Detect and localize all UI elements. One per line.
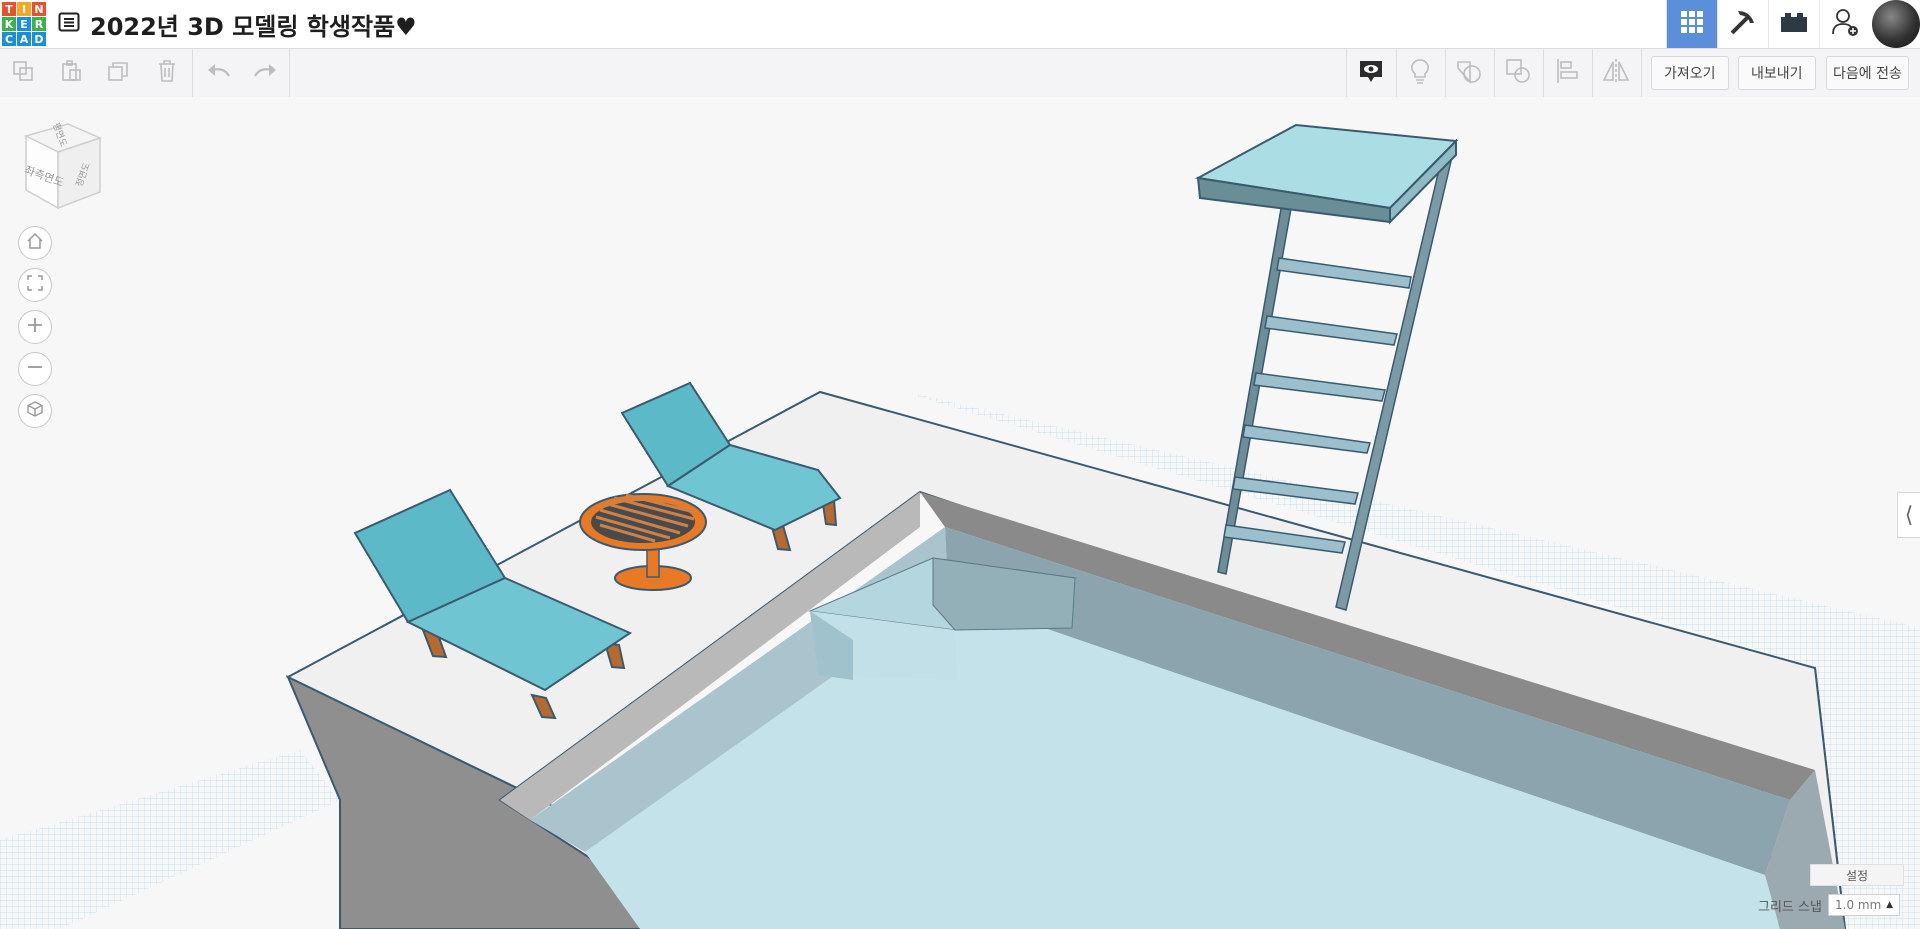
mirror-button[interactable]	[1593, 49, 1639, 97]
import-button[interactable]: 가져오기	[1651, 56, 1729, 90]
design-title-area: 2022년 3D 모델링 학생작품♥	[58, 7, 417, 42]
logo-letter: K	[2, 17, 16, 31]
add-user-button[interactable]	[1819, 0, 1870, 48]
logo-letter: I	[17, 2, 31, 16]
duplicate-button[interactable]	[96, 49, 142, 97]
logo-letter: N	[32, 2, 46, 16]
home-icon	[26, 232, 44, 254]
design-title[interactable]: 2022년 3D 모델링 학생작품♥	[90, 7, 417, 42]
logo-letter: R	[32, 17, 46, 31]
mirror-icon	[1602, 58, 1630, 88]
logo-letter: C	[2, 32, 16, 46]
top-bar: T I N K E R C A D 2022년 3D 모델링 학생작품♥	[0, 0, 1920, 49]
workplane-canvas[interactable]	[0, 97, 1920, 929]
redo-button[interactable]	[242, 49, 288, 97]
panel-toggle-button[interactable]: ⟨	[1897, 492, 1920, 538]
delete-icon	[155, 59, 179, 87]
group-button[interactable]	[1495, 49, 1541, 97]
perspective-icon	[26, 400, 44, 422]
notes-icon	[1358, 58, 1384, 88]
align-icon	[1555, 58, 1579, 88]
zoom-out-icon	[26, 358, 44, 380]
bricks-button[interactable]	[1768, 0, 1819, 48]
pickaxe-icon	[1728, 7, 1758, 41]
shape-icon	[1456, 58, 1482, 88]
logo-letter: D	[32, 32, 46, 46]
zoom-in-button[interactable]	[18, 310, 52, 344]
home-view-button[interactable]	[18, 226, 52, 260]
zoom-in-icon	[26, 316, 44, 338]
perspective-button[interactable]	[18, 394, 52, 428]
edit-toolbar: 가져오기 내보내기 다음에 전송	[0, 49, 1920, 98]
top-right-actions	[1666, 0, 1920, 48]
grid-snap-select[interactable]: 1.0 mm ▲	[1828, 894, 1900, 916]
caret-up-icon: ▲	[1886, 900, 1893, 910]
grid-snap-label: 그리드 스냅	[1758, 900, 1822, 915]
view-cube[interactable]: 평면도 좌측면도 정면도	[18, 118, 108, 217]
lightbulb-icon	[1408, 58, 1432, 88]
copy-icon	[11, 59, 35, 87]
logo-letter: T	[2, 2, 16, 16]
blocks-button[interactable]	[1717, 0, 1768, 48]
undo-icon	[206, 61, 232, 85]
brick-icon	[1780, 11, 1808, 37]
add-user-icon	[1830, 7, 1860, 41]
list-icon[interactable]	[58, 11, 80, 37]
delete-button[interactable]	[144, 49, 190, 97]
logo-letter: E	[17, 17, 31, 31]
redo-icon	[252, 61, 278, 85]
tinkercad-logo[interactable]: T I N K E R C A D	[2, 2, 46, 46]
align-button[interactable]	[1544, 49, 1590, 97]
duplicate-icon	[107, 59, 131, 87]
settings-button[interactable]: 설정	[1810, 864, 1904, 886]
undo-button[interactable]	[196, 49, 242, 97]
notes-button[interactable]	[1348, 49, 1394, 97]
grid-view-button[interactable]	[1666, 0, 1717, 48]
send-to-button[interactable]: 다음에 전송	[1826, 56, 1909, 90]
avatar[interactable]	[1872, 0, 1920, 48]
logo-letter: A	[17, 32, 31, 46]
lightbulb-button[interactable]	[1397, 49, 1443, 97]
group-icon	[1505, 58, 1531, 88]
grid-view-icon	[1680, 10, 1704, 38]
fit-icon	[26, 274, 44, 296]
paste-icon	[59, 59, 83, 87]
grid-snap-value: 1.0 mm	[1835, 898, 1882, 912]
zoom-out-button[interactable]	[18, 352, 52, 386]
fit-view-button[interactable]	[18, 268, 52, 302]
chevron-left-icon: ⟨	[1904, 502, 1914, 528]
export-button[interactable]: 내보내기	[1738, 56, 1816, 90]
copy-button[interactable]	[0, 49, 46, 97]
shape-button[interactable]	[1446, 49, 1492, 97]
paste-button[interactable]	[48, 49, 94, 97]
